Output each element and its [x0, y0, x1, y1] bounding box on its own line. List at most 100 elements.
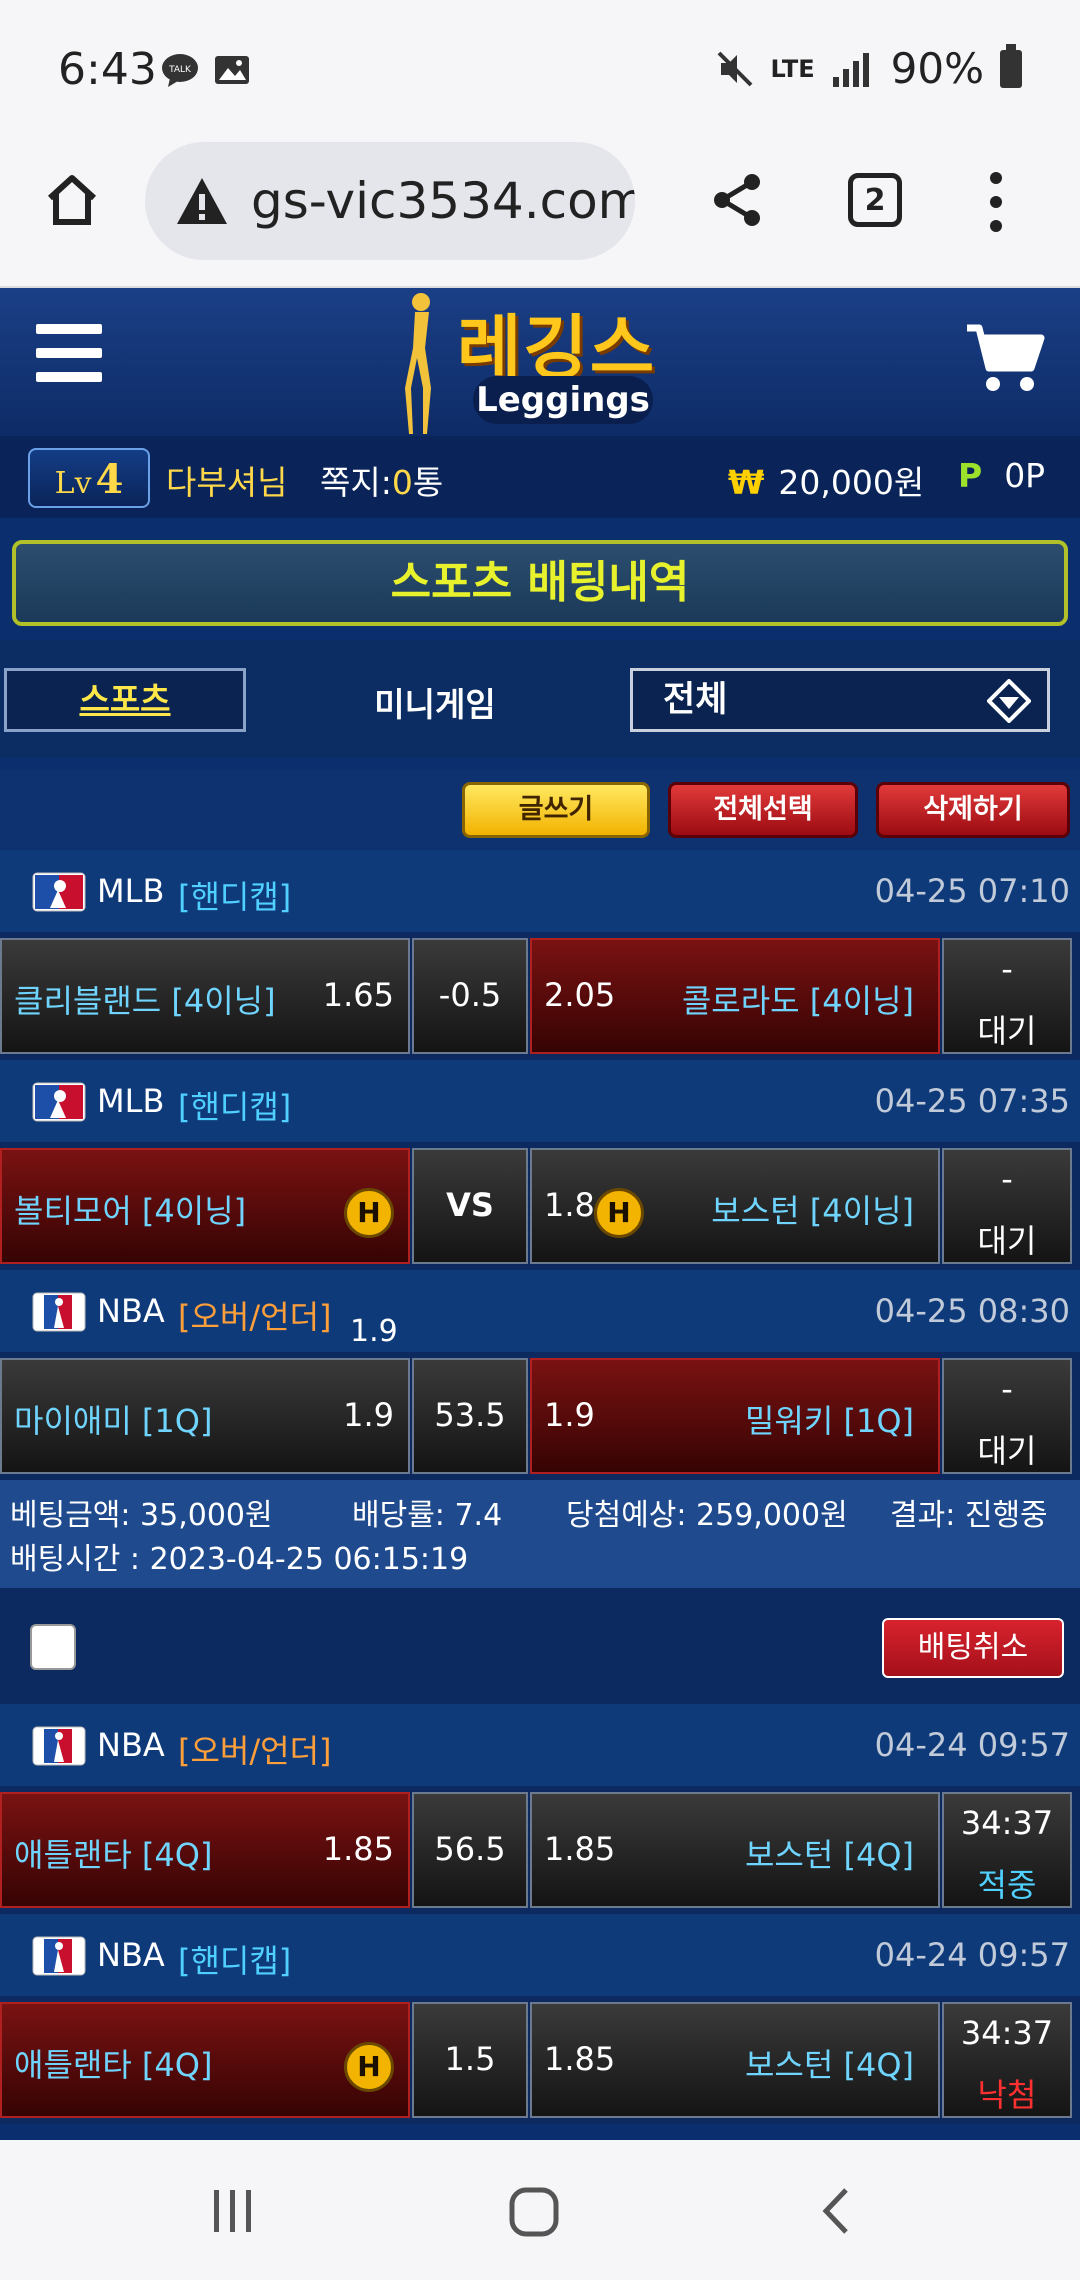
filter-select[interactable]: 전체 [630, 668, 1050, 732]
slip-actions: 배팅취소 [0, 1588, 1080, 1704]
cancel-bet-button[interactable]: 배팅취소 [882, 1618, 1064, 1678]
tab-sports[interactable]: 스포츠 [4, 668, 246, 732]
status-right: LTE 90% [715, 43, 1022, 93]
bet-type: [오버/언더] [178, 1732, 332, 1770]
status-bar: 6:43 TALK LTE 90% [0, 0, 1080, 140]
status-label: 낙첨 [977, 2076, 1037, 2114]
dropdown-icon [987, 679, 1031, 723]
level-badge: Lv 4 [28, 448, 150, 508]
user-name[interactable]: 다부셔님 [166, 456, 287, 504]
away-cell-selected: 2.05 콜로라도 [4이닝] [530, 938, 940, 1054]
site-logo[interactable]: 레깅스 Leggings [395, 288, 695, 436]
status-label: 대기 [977, 1222, 1037, 1260]
level-prefix: Lv [54, 466, 92, 501]
logo-english: Leggings [473, 376, 653, 424]
status-label: 적중 [977, 1866, 1037, 1904]
system-nav-bar [0, 2140, 1080, 2280]
away-team: 보스턴 [4Q] [744, 2046, 914, 2084]
home-cell-selected: 애틀랜타 [4Q] H [0, 2002, 410, 2118]
recent-apps-icon[interactable] [208, 2186, 258, 2236]
home-team: 애틀랜타 [4Q] [14, 1836, 213, 1874]
status-cell: - 대기 [942, 1358, 1072, 1474]
select-all-button[interactable]: 전체선택 [668, 782, 858, 838]
select-checkbox[interactable] [30, 1624, 76, 1670]
user-info-bar: Lv 4 다부셔님 쪽지:0통 ₩20,000원 P 0P [0, 436, 1080, 518]
bet-type: [오버/언더] [178, 1298, 332, 1336]
bet-result: 결과: 진행중 [890, 1498, 1048, 1533]
game-datetime: 04-25 08:30 [874, 1292, 1070, 1330]
home-nav-icon[interactable] [508, 2186, 560, 2238]
game-header: NBA [오버/언더] 04-24 09:57 [0, 1704, 1080, 1786]
memo-link[interactable]: 쪽지:0통 [320, 456, 443, 504]
total-odds: 1.9 [350, 1314, 398, 1349]
away-cell-selected: 1.9 밀워키 [1Q] [530, 1358, 940, 1474]
away-team: 밀워키 [1Q] [744, 1402, 914, 1440]
write-button[interactable]: 글쓰기 [462, 782, 650, 838]
bet-history-list: MLB [핸디캡] 04-25 07:10 클리블랜드 [4이닝] 1.65 -… [0, 850, 1080, 2124]
game-row: 애틀랜타 [4Q] 1.85 56.5 1.85 보스턴 [4Q] 34:37 … [0, 1786, 1080, 1914]
site-header: 레깅스 Leggings [0, 288, 1080, 436]
status-time: - [1001, 1160, 1013, 1198]
point-icon: P [958, 456, 983, 495]
home-cell: 클리블랜드 [4이닝] 1.65 [0, 938, 410, 1054]
mlb-logo-icon [32, 1082, 86, 1122]
back-icon[interactable] [816, 2186, 856, 2236]
bet-odds: 배당률: 7.4 [352, 1498, 503, 1533]
url-bar[interactable]: gs-vic3534.com [145, 142, 635, 260]
memo-label: 쪽지: [320, 463, 392, 502]
tabs-icon[interactable]: 2 [848, 173, 902, 227]
status-time: - [1001, 1370, 1013, 1408]
mute-icon [717, 51, 752, 86]
more-icon[interactable] [980, 170, 1012, 234]
away-cell: 1.85 보스턴 [4Q] [530, 1792, 940, 1908]
home-team: 애틀랜타 [4Q] [14, 2046, 213, 2084]
expected-win: 당첨예상: 259,000원 [566, 1498, 848, 1533]
action-bar: 글쓰기 전체선택 삭제하기 [0, 770, 1080, 850]
game-row: 볼티모어 [4이닝] H VS 1.8 H 보스턴 [4이닝] - 대기 [0, 1142, 1080, 1270]
talk-icon: TALK [162, 54, 198, 87]
league-name: MLB [97, 1082, 165, 1120]
home-team: 클리블랜드 [4이닝] [14, 982, 276, 1020]
away-cell: 1.85 보스턴 [4Q] [530, 2002, 940, 2118]
status-time: 6:43 [58, 44, 157, 95]
home-cell-selected: 볼티모어 [4이닝] H [0, 1148, 410, 1264]
bet-summary: 베팅금액: 35,000원 배당률: 7.4 당첨예상: 259,000원 결과… [0, 1480, 1080, 1588]
mlb-logo-icon [32, 872, 86, 912]
middle-value: -0.5 [412, 938, 528, 1054]
home-icon[interactable] [42, 170, 102, 230]
delete-button[interactable]: 삭제하기 [876, 782, 1070, 838]
status-label: 대기 [977, 1432, 1037, 1470]
middle-value: 1.5 [412, 2002, 528, 2118]
home-cell-selected: 애틀랜타 [4Q] 1.85 [0, 1792, 410, 1908]
memo-count: 0 [391, 463, 413, 502]
filter-value: 전체 [663, 680, 728, 720]
game-datetime: 04-25 07:35 [874, 1082, 1070, 1120]
game-datetime: 04-24 09:57 [874, 1726, 1070, 1764]
game-header: NBA [핸디캡] 04-24 09:57 [0, 1914, 1080, 1996]
middle-value: 56.5 [412, 1792, 528, 1908]
won-icon: ₩ [728, 463, 765, 502]
status-time: - [1001, 950, 1013, 988]
status-time: 34:37 [960, 2014, 1054, 2052]
handicap-badge-icon: H [594, 1188, 644, 1238]
lte-label: LTE [770, 54, 815, 83]
league-name: NBA [97, 1292, 165, 1330]
level-value: 4 [95, 456, 124, 503]
game-row: 애틀랜타 [4Q] H 1.5 1.85 보스턴 [4Q] 34:37 낙첨 [0, 1996, 1080, 2124]
middle-value: 53.5 [412, 1358, 528, 1474]
cart-icon[interactable] [965, 322, 1045, 394]
game-row: 마이애미 [1Q] 1.9 53.5 1.9 밀워키 [1Q] - 대기 [0, 1352, 1080, 1480]
away-cell: 1.8 H 보스턴 [4이닝] [530, 1148, 940, 1264]
home-odds: 1.65 [322, 976, 394, 1014]
url-text: gs-vic3534.com [251, 172, 635, 230]
money-balance: ₩20,000원 [728, 456, 924, 504]
home-odds: 1.85 [322, 1830, 394, 1868]
share-icon[interactable] [710, 172, 766, 228]
memo-unit: 통 [412, 463, 444, 502]
nba-logo-icon [32, 1292, 86, 1332]
hamburger-icon[interactable] [36, 324, 102, 384]
game-datetime: 04-25 07:10 [874, 872, 1070, 910]
game-header: MLB [핸디캡] 04-25 07:35 [0, 1060, 1080, 1142]
tab-minigame[interactable]: 미니게임 [300, 678, 570, 726]
handicap-badge-icon: H [344, 2042, 394, 2092]
